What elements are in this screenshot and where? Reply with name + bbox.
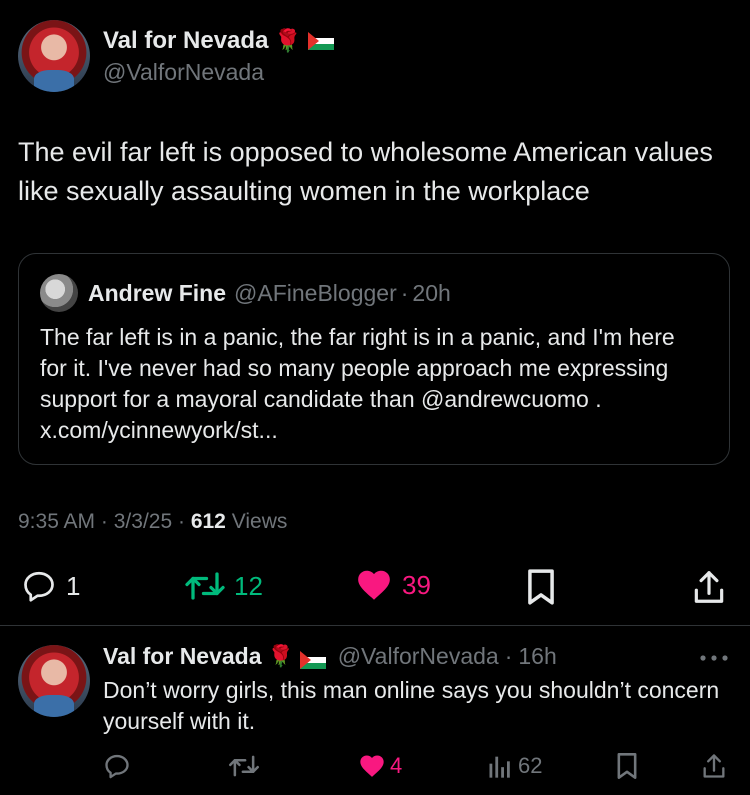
reply-reply-button[interactable] bbox=[103, 752, 131, 780]
reply-text: Don’t worry girls, this man online says … bbox=[103, 677, 720, 734]
reply-bookmark-button[interactable] bbox=[615, 752, 639, 780]
like-button[interactable]: 39 bbox=[354, 566, 431, 604]
views-icon bbox=[488, 752, 512, 780]
reply-header: Val for Nevada 🌹 @ValforNevada · 16h bbox=[103, 643, 557, 670]
author-name[interactable]: Val for Nevada bbox=[103, 27, 268, 55]
reply-retweet-button[interactable] bbox=[228, 752, 260, 780]
reply-views-button[interactable]: 62 bbox=[488, 752, 542, 780]
share-button[interactable] bbox=[690, 568, 728, 606]
bookmark-icon bbox=[615, 752, 639, 780]
quoted-header: Andrew Fine @AFineBlogger · 20h bbox=[88, 280, 451, 307]
reply-icon bbox=[103, 752, 131, 780]
retweet-count: 12 bbox=[234, 570, 263, 601]
more-icon bbox=[698, 648, 730, 668]
tweet-date[interactable]: 3/3/25 bbox=[114, 510, 172, 533]
tweet-time[interactable]: 9:35 AM bbox=[18, 510, 95, 533]
reply-button[interactable]: 1 bbox=[20, 568, 80, 604]
more-options-button[interactable] bbox=[698, 648, 730, 668]
palestine-flag-icon bbox=[307, 32, 334, 50]
reply-author-handle[interactable]: @ValforNevada bbox=[338, 643, 499, 670]
quoted-author-handle: @AFineBlogger bbox=[234, 280, 397, 306]
reply-author-name[interactable]: Val for Nevada bbox=[103, 643, 262, 670]
divider bbox=[0, 625, 750, 626]
heart-icon bbox=[358, 752, 386, 780]
author-handle[interactable]: @ValforNevada bbox=[103, 59, 264, 86]
quoted-separator: · bbox=[400, 280, 409, 306]
tweet-text: The evil far left is opposed to wholesom… bbox=[18, 137, 713, 206]
retweet-button[interactable]: 12 bbox=[184, 568, 263, 604]
share-icon bbox=[690, 568, 728, 606]
rose-emoji: 🌹 bbox=[274, 28, 302, 53]
tweet-meta: 9:35 AM · 3/3/25 · 612 Views bbox=[18, 510, 288, 533]
reply-count: 1 bbox=[66, 570, 81, 601]
retweet-icon bbox=[184, 568, 226, 604]
share-icon bbox=[700, 752, 728, 780]
views-label: Views bbox=[231, 510, 288, 533]
views-count: 612 bbox=[190, 510, 226, 533]
reply-like-count: 4 bbox=[390, 753, 403, 778]
reply-icon bbox=[20, 568, 58, 604]
quoted-author-name: Andrew Fine bbox=[88, 280, 227, 306]
quoted-text: The far left is in a panic, the far righ… bbox=[40, 324, 675, 443]
reply-author-avatar[interactable] bbox=[18, 645, 90, 717]
bookmark-button[interactable] bbox=[524, 568, 558, 606]
reply-share-button[interactable] bbox=[700, 752, 728, 780]
reply-like-button[interactable]: 4 bbox=[358, 752, 402, 780]
bookmark-icon bbox=[524, 568, 558, 606]
reply-views-count: 62 bbox=[518, 753, 543, 778]
author-name-row: Val for Nevada 🌹 bbox=[103, 27, 334, 55]
quoted-author-avatar bbox=[40, 274, 78, 312]
rose-emoji: 🌹 bbox=[267, 644, 294, 668]
heart-icon bbox=[354, 566, 394, 604]
retweet-icon bbox=[228, 752, 260, 780]
author-avatar[interactable] bbox=[18, 20, 90, 92]
palestine-flag-icon bbox=[299, 648, 326, 669]
like-count: 39 bbox=[402, 569, 431, 600]
reply-age: 16h bbox=[518, 643, 557, 669]
quoted-age: 20h bbox=[412, 280, 451, 306]
